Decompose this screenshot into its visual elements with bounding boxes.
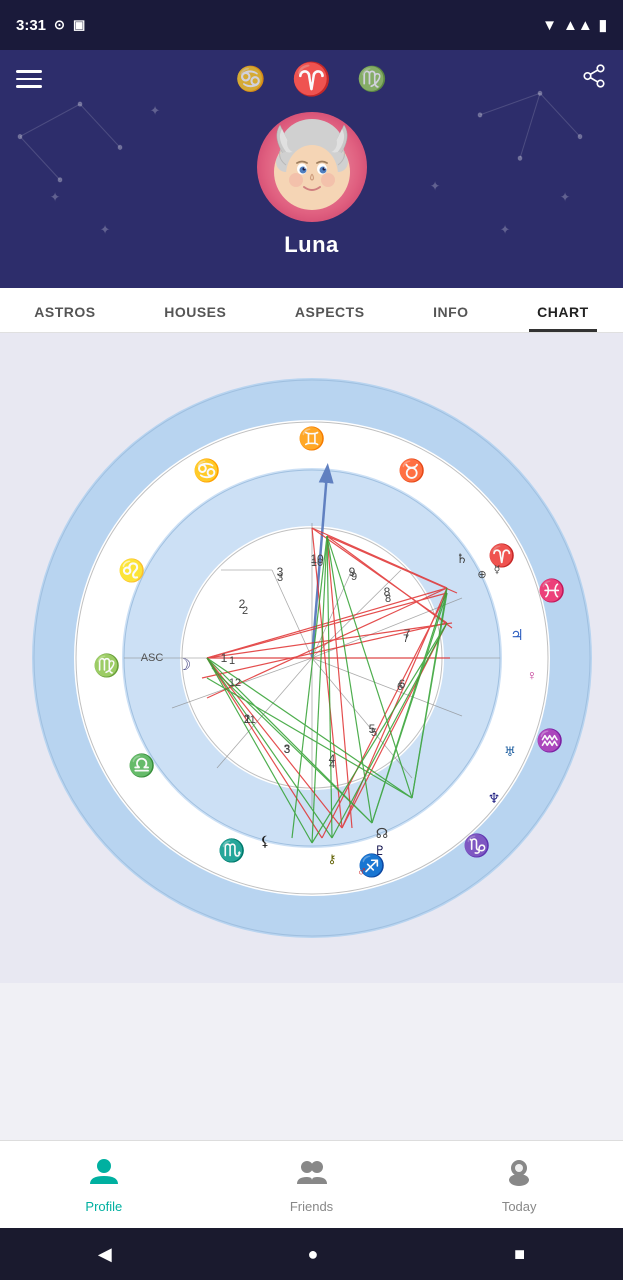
svg-text:12: 12 [228, 677, 240, 689]
zodiac-aries[interactable]: ♈ [292, 60, 332, 98]
svg-text:⚸: ⚸ [259, 835, 269, 850]
svg-text:3: 3 [283, 744, 289, 756]
svg-text:♎: ♎ [128, 753, 155, 778]
menu-button[interactable] [16, 70, 42, 88]
tab-houses[interactable]: HOUSES [156, 288, 234, 332]
avatar [257, 112, 367, 222]
svg-text:♇: ♇ [374, 843, 386, 858]
status-time-area: 3:31 ⊙ ▣ [16, 17, 85, 34]
svg-text:♋: ♋ [193, 458, 220, 483]
battery-icon: ▮ [599, 16, 607, 34]
svg-text:☿: ☿ [493, 564, 500, 576]
friends-label: Friends [290, 1199, 333, 1214]
recent-button[interactable]: ■ [514, 1244, 525, 1265]
chart-area: 1 2 3 10 9 8 7 6 5 4 3 2 1 2 3 10 9 [0, 333, 623, 983]
menu-line-1 [16, 70, 42, 73]
tab-chart[interactable]: CHART [529, 288, 597, 332]
menu-line-3 [16, 85, 42, 88]
svg-text:✦: ✦ [50, 190, 61, 205]
svg-text:♏: ♏ [218, 838, 245, 863]
svg-text:♊: ♊ [298, 426, 325, 451]
friends-icon [296, 1156, 328, 1195]
notification-icon: ⊙ [54, 17, 65, 33]
signal-icon: ▲▲ [563, 17, 593, 34]
svg-text:♉: ♉ [398, 458, 425, 483]
svg-text:2: 2 [241, 605, 247, 617]
status-icons: ▼ ▲▲ ▮ [542, 16, 607, 34]
svg-text:♂: ♂ [356, 865, 367, 880]
svg-text:✦: ✦ [430, 179, 441, 194]
svg-text:11: 11 [244, 714, 255, 726]
nav-friends[interactable]: Friends [208, 1156, 416, 1214]
svg-text:✦: ✦ [150, 103, 161, 118]
svg-text:1: 1 [220, 651, 227, 665]
svg-text:♃: ♃ [510, 628, 523, 644]
back-button[interactable]: ◀ [98, 1244, 112, 1265]
header-top: ♋ ♈ ♍ [16, 60, 607, 98]
svg-text:5: 5 [370, 727, 376, 739]
music-icon: ▣ [73, 17, 85, 33]
svg-text:7: 7 [402, 633, 408, 645]
home-button[interactable]: ● [308, 1244, 319, 1265]
svg-text:♅: ♅ [504, 744, 516, 759]
android-nav-bar: ◀ ● ■ [0, 1228, 623, 1280]
today-label: Today [502, 1199, 537, 1214]
svg-text:☊: ☊ [375, 827, 387, 842]
menu-line-2 [16, 78, 42, 81]
wifi-icon: ▼ [542, 17, 557, 34]
svg-text:♄: ♄ [456, 551, 468, 566]
svg-text:♀: ♀ [526, 669, 537, 684]
tab-astros[interactable]: ASTROS [26, 288, 103, 332]
svg-text:✦: ✦ [560, 190, 571, 205]
svg-text:1: 1 [228, 655, 234, 667]
svg-text:♈: ♈ [488, 543, 515, 568]
svg-text:♌: ♌ [118, 558, 145, 583]
bottom-nav: Profile Friends Today [0, 1140, 623, 1228]
nav-today[interactable]: Today [415, 1156, 623, 1214]
svg-text:10: 10 [310, 557, 322, 569]
svg-text:♍: ♍ [93, 653, 120, 678]
svg-text:♆: ♆ [487, 792, 500, 807]
profile-icon [88, 1156, 120, 1195]
tab-bar: ASTROS HOUSES ASPECTS INFO CHART [0, 288, 623, 333]
svg-text:⊕: ⊕ [477, 569, 486, 581]
svg-text:9: 9 [350, 571, 356, 583]
status-bar: 3:31 ⊙ ▣ ▼ ▲▲ ▮ [0, 0, 623, 50]
profile-label: Profile [85, 1199, 122, 1214]
zodiac-signs: ♋ ♈ ♍ [236, 60, 388, 98]
header: ✦ ✦ ✦ ✦ ✦ ✦ ♋ ♈ ♍ [0, 50, 623, 288]
svg-text:6: 6 [396, 681, 402, 693]
today-icon [503, 1156, 535, 1195]
svg-text:ASC: ASC [140, 652, 163, 664]
svg-text:3: 3 [276, 572, 282, 584]
tab-aspects[interactable]: ASPECTS [287, 288, 373, 332]
zodiac-virgo[interactable]: ♍ [357, 65, 387, 94]
chart-svg: 1 2 3 10 9 8 7 6 5 4 3 2 1 2 3 10 9 [32, 378, 592, 938]
share-button[interactable] [581, 63, 607, 95]
svg-text:♒: ♒ [536, 728, 563, 753]
user-name: Luna [284, 232, 339, 258]
svg-text:☽: ☽ [176, 657, 190, 674]
svg-text:4: 4 [328, 759, 334, 771]
nav-profile[interactable]: Profile [0, 1156, 208, 1214]
svg-text:♓: ♓ [538, 578, 565, 603]
svg-text:8: 8 [384, 593, 390, 605]
svg-text:✦: ✦ [500, 222, 511, 237]
svg-text:✦: ✦ [100, 222, 111, 237]
svg-text:⚷: ⚷ [327, 852, 336, 866]
zodiac-cancer[interactable]: ♋ [236, 65, 266, 94]
astrology-chart: 1 2 3 10 9 8 7 6 5 4 3 2 1 2 3 10 9 [32, 378, 592, 938]
tab-info[interactable]: INFO [425, 288, 476, 332]
svg-text:♑: ♑ [463, 833, 490, 858]
status-time: 3:31 [16, 17, 46, 34]
